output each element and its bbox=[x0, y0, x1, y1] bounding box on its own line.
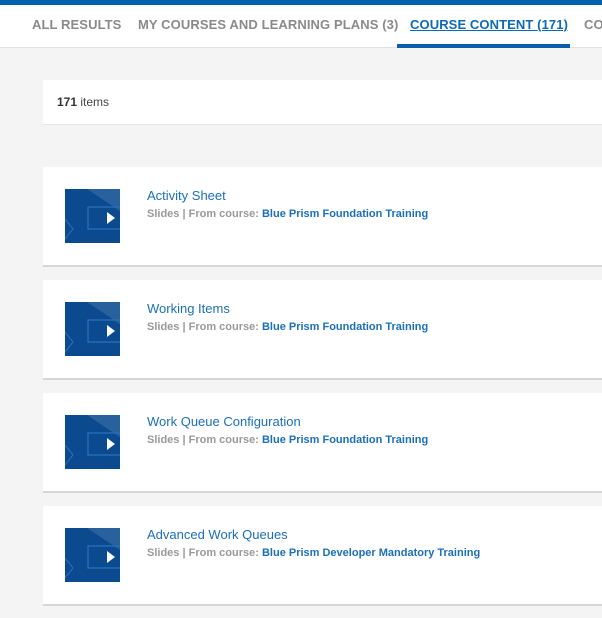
tab-course-content[interactable]: COURSE CONTENT (171) bbox=[410, 17, 568, 32]
from-course-label: From course: bbox=[188, 547, 259, 559]
meta-separator: | bbox=[182, 434, 186, 446]
meta-separator: | bbox=[182, 208, 186, 220]
course-link[interactable]: Blue Prism Foundation Training bbox=[262, 321, 428, 333]
course-link[interactable]: Blue Prism Foundation Training bbox=[262, 208, 428, 220]
content-type: Slides bbox=[147, 547, 180, 559]
results-count: 171 items bbox=[43, 80, 602, 125]
results-tabs: ALL RESULTS MY COURSES AND LEARNING PLAN… bbox=[0, 5, 602, 48]
active-tab-indicator bbox=[397, 44, 570, 48]
slides-thumbnail-icon[interactable] bbox=[65, 189, 120, 243]
content-title[interactable]: Advanced Work Queues bbox=[147, 527, 288, 542]
meta-separator: | bbox=[182, 547, 186, 559]
course-link[interactable]: Blue Prism Developer Mandatory Training bbox=[262, 547, 480, 559]
content-meta: Slides | From course: Blue Prism Develop… bbox=[147, 547, 480, 559]
content-card[interactable]: Working Items Slides | From course: Blue… bbox=[43, 280, 602, 380]
slides-thumbnail-icon[interactable] bbox=[65, 528, 120, 582]
content-meta: Slides | From course: Blue Prism Foundat… bbox=[147, 321, 428, 333]
tab-more[interactable]: CO bbox=[584, 17, 602, 32]
content-meta: Slides | From course: Blue Prism Foundat… bbox=[147, 208, 428, 220]
tab-all-results[interactable]: ALL RESULTS bbox=[32, 17, 121, 32]
content-card[interactable]: Advanced Work Queues Slides | From cours… bbox=[43, 506, 602, 606]
tab-my-courses[interactable]: MY COURSES AND LEARNING PLANS (3) bbox=[138, 17, 398, 32]
content-type: Slides bbox=[147, 434, 180, 446]
content-type: Slides bbox=[147, 208, 180, 220]
content-title[interactable]: Work Queue Configuration bbox=[147, 414, 301, 429]
from-course-label: From course: bbox=[188, 208, 259, 220]
meta-separator: | bbox=[182, 321, 186, 333]
content-card[interactable]: Work Queue Configuration Slides | From c… bbox=[43, 393, 602, 493]
from-course-label: From course: bbox=[188, 321, 259, 333]
count-label: items bbox=[80, 95, 110, 109]
content-title[interactable]: Activity Sheet bbox=[147, 188, 226, 203]
slides-thumbnail-icon[interactable] bbox=[65, 302, 120, 356]
slides-thumbnail-icon[interactable] bbox=[65, 415, 120, 469]
content-meta: Slides | From course: Blue Prism Foundat… bbox=[147, 434, 428, 446]
content-card[interactable]: Activity Sheet Slides | From course: Blu… bbox=[43, 167, 602, 267]
count-number: 171 bbox=[57, 95, 78, 109]
from-course-label: From course: bbox=[188, 434, 259, 446]
content-title[interactable]: Working Items bbox=[147, 301, 230, 316]
course-link[interactable]: Blue Prism Foundation Training bbox=[262, 434, 428, 446]
content-type: Slides bbox=[147, 321, 180, 333]
